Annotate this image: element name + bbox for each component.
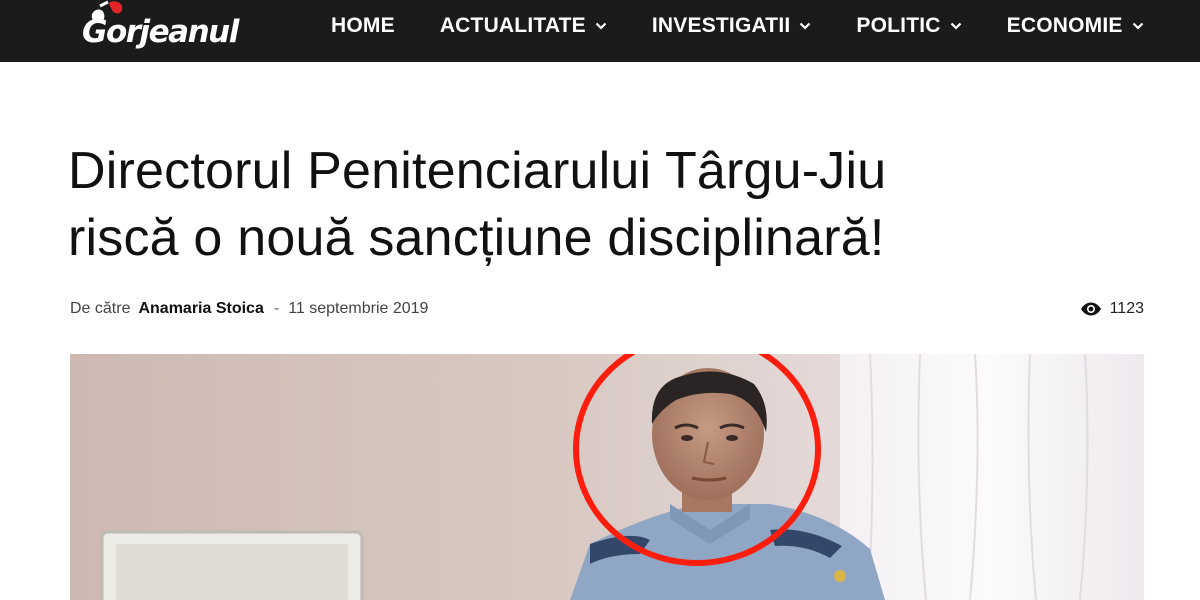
main-menu: HOME ACTUALITATE INVESTIGATII POLITIC EC… bbox=[331, 0, 1144, 52]
article-meta: De către Anamaria Stoica - 11 septembrie… bbox=[70, 298, 428, 320]
nav-item-economie[interactable]: ECONOMIE bbox=[1007, 14, 1144, 38]
chevron-down-icon bbox=[800, 22, 811, 30]
featured-image[interactable] bbox=[70, 354, 1144, 600]
chevron-down-icon bbox=[595, 22, 607, 30]
view-count: 1123 bbox=[1109, 300, 1144, 317]
featured-photo-illustration bbox=[70, 354, 1144, 600]
chevron-down-icon bbox=[1132, 22, 1143, 30]
nav-item-label: ACTUALITATE bbox=[439, 14, 586, 37]
nav-item-investigatii[interactable]: INVESTIGATII bbox=[652, 14, 812, 38]
nav-item-label: POLITIC bbox=[856, 14, 941, 37]
chevron-down-icon bbox=[950, 22, 961, 30]
nav-item-politic[interactable]: POLITIC bbox=[856, 14, 961, 38]
nav-item-label: HOME bbox=[331, 14, 395, 37]
nav-item-label: ECONOMIE bbox=[1006, 14, 1123, 37]
byline-prefix: De către bbox=[70, 300, 131, 317]
view-counter: 1123 bbox=[1080, 298, 1144, 320]
publish-date: 11 septembrie 2019 bbox=[288, 300, 429, 317]
nav-item-label: INVESTIGATII bbox=[651, 14, 791, 37]
nav-item-home[interactable]: HOME bbox=[331, 14, 395, 38]
author-link[interactable]: Anamaria Stoica bbox=[138, 300, 263, 318]
eye-icon bbox=[1080, 302, 1101, 316]
logo-wordmark: Gorjeanul bbox=[82, 14, 239, 50]
article-title-line-1: Directorul Penitenciarului Târgu-Jiu bbox=[68, 142, 887, 200]
article-title: Directorul Penitenciarului Târgu-Jiu ris… bbox=[68, 138, 1148, 272]
top-navbar: Gorjeanul HOME ACTUALITATE INVESTIGATII … bbox=[0, 0, 1200, 62]
site-logo[interactable]: Gorjeanul bbox=[66, 0, 281, 62]
article-title-line-2: riscă o nouă sancțiune disciplinară! bbox=[68, 209, 885, 267]
nav-item-actualitate[interactable]: ACTUALITATE bbox=[440, 14, 607, 38]
meta-separator: - bbox=[273, 300, 280, 317]
